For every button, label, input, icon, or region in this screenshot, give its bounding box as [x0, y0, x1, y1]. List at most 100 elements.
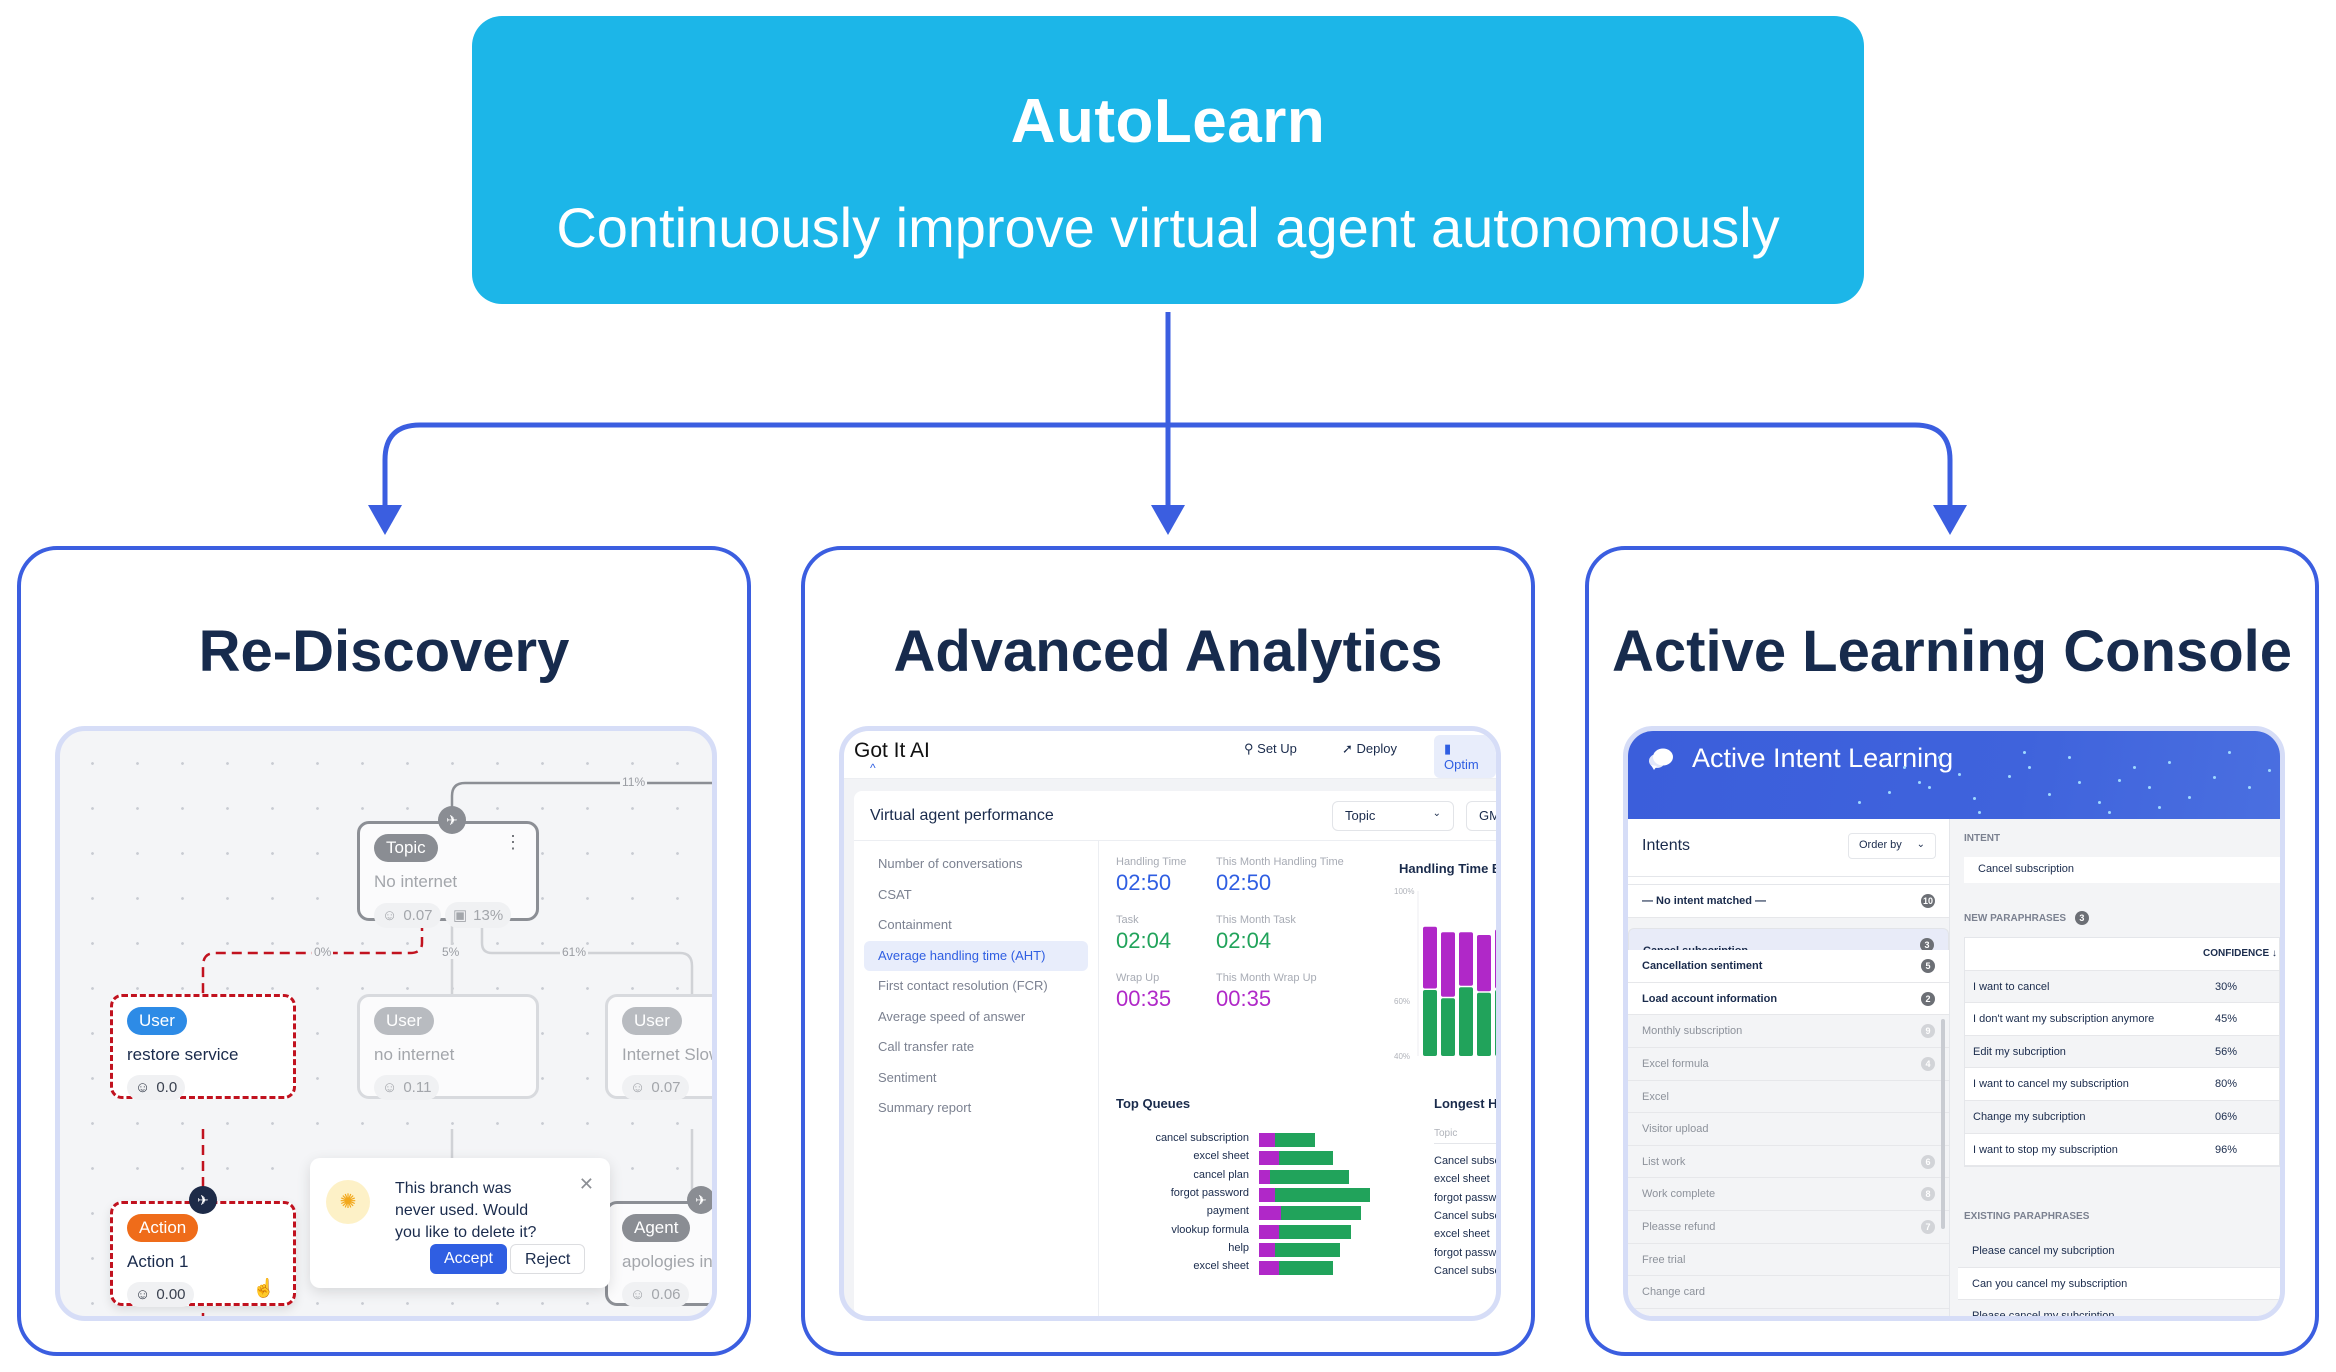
decorative-dot — [1858, 801, 1861, 804]
nav-deploy[interactable]: ➚ Deploy — [1342, 741, 1397, 757]
agent-node[interactable]: Agent apologies intern ☺0.06 — [605, 1201, 712, 1307]
existing-paraphrase-row[interactable]: Please cancel my subcription — [1958, 1235, 2280, 1268]
metric-menu-item[interactable]: Sentiment — [864, 1063, 1088, 1093]
brand-logo: Got It AI — [854, 739, 930, 762]
metric-menu-item[interactable]: Average handling time (AHT) — [864, 940, 1088, 971]
chevron-up-icon: ^ — [870, 761, 876, 775]
sentiment-metric: ☺ 0.06 — [622, 1282, 689, 1307]
chevron-down-icon: ⌄ — [1916, 839, 1925, 850]
node-label: restore service — [127, 1045, 239, 1064]
metric-menu-item[interactable]: CSAT — [864, 880, 1088, 910]
kpi-value: 02:04 — [1116, 928, 1172, 953]
decorative-dot — [2168, 761, 2171, 764]
y-tick-label: 100% — [1394, 887, 1414, 896]
wrap-up-bar — [1495, 929, 1496, 989]
topic-dropdown[interactable]: Topic ⌄ — [1332, 801, 1454, 831]
intent-row[interactable]: — No intent matched — 10 — [1628, 885, 1949, 918]
arrow-right-icon — [1933, 505, 1967, 535]
confidence-value: 96% — [2215, 1143, 2238, 1156]
nav-setup[interactable]: ⚲ Set Up — [1244, 741, 1297, 757]
metric-menu-item[interactable]: Number of conversations — [864, 849, 1088, 879]
table-cell: excel sheet — [1434, 1228, 1490, 1241]
decorative-dot — [2078, 781, 2081, 784]
scrollbar[interactable] — [1941, 1019, 1945, 1229]
paraphrase-row[interactable]: I want to cancel 30% — [1965, 970, 2279, 1004]
metric-menu-item[interactable]: Containment — [864, 910, 1088, 940]
task-bar — [1423, 990, 1437, 1056]
task-bar — [1274, 1242, 1340, 1257]
close-icon[interactable]: ✕ — [579, 1174, 594, 1195]
action-tag: Action — [127, 1214, 199, 1242]
timezone-dropdown[interactable]: GMT — [1466, 801, 1496, 831]
paraphrase-row[interactable]: I want to cancel my subscription 80% — [1965, 1068, 2279, 1101]
kpi-item: This Month Wrap Up 00:35 — [1216, 972, 1366, 1012]
task-bar — [1441, 998, 1455, 1056]
intent-row[interactable]: Change card — [1628, 1276, 1949, 1309]
metric-menu-item[interactable]: First contact resolution (FCR) — [864, 971, 1088, 1001]
paraphrase-row[interactable]: Change my subcription 06% — [1965, 1100, 2279, 1134]
topic-node[interactable]: Topic ⋮ No internet ☺ 0.07 ▣ 13% — [357, 821, 539, 928]
y-tick-label: 40% — [1394, 1052, 1410, 1061]
intent-row[interactable]: Visitor upload — [1628, 1113, 1949, 1146]
intent-label: Visitor upload — [1642, 1123, 1709, 1136]
wrap-up-bar — [1259, 1187, 1275, 1202]
more-options-icon[interactable]: ⋮ — [504, 832, 522, 853]
pin-icon[interactable]: ✈ — [438, 806, 466, 834]
wrap-up-bar — [1259, 1242, 1275, 1257]
kpi-label: This Month Handling Time — [1216, 856, 1344, 868]
table-header-topic: Topic — [1434, 1128, 1458, 1139]
intent-row[interactable]: Excel formula 4 — [1628, 1048, 1949, 1081]
intent-field[interactable]: Cancel subscription — [1964, 857, 2280, 883]
user-node-restore-service[interactable]: User restore service ☺ 0.0 — [110, 994, 296, 1100]
intent-row[interactable]: Free trial — [1628, 1244, 1949, 1277]
reject-button[interactable]: Reject — [510, 1244, 586, 1274]
user-node-no-internet[interactable]: User no internet ☺ 0.11 — [357, 994, 539, 1100]
pin-icon[interactable]: ✈ — [189, 1186, 217, 1214]
nav-optimize[interactable]: ▮ Optim — [1434, 735, 1496, 778]
pin-icon[interactable]: ✈ — [687, 1186, 712, 1214]
wrap-up-bar — [1477, 935, 1491, 992]
intent-row[interactable]: List work 6 — [1628, 1146, 1949, 1179]
decorative-dot — [1973, 797, 1976, 800]
metric-menu-item[interactable]: Summary report — [864, 1093, 1088, 1123]
existing-paraphrase-row[interactable]: Can you cancel my subscription — [1958, 1267, 2280, 1301]
count-badge: 5 — [1921, 959, 1935, 974]
decorative-dot — [2048, 793, 2051, 796]
intent-row[interactable]: Monthly subscription 9 — [1628, 1015, 1949, 1048]
intent-label: Free trial — [1642, 1253, 1686, 1266]
metric-menu-item[interactable]: Call transfer rate — [864, 1032, 1088, 1062]
intents-panel: Intents Order by ⌄ — No intent matched — 1… — [1628, 819, 1950, 1316]
metrics-menu: Number of conversations CSAT Containment Av… — [854, 841, 1099, 1316]
kpi-item: This Month Handling Time 02:50 — [1216, 856, 1366, 896]
smiley-icon: ☺ — [630, 1286, 646, 1303]
intent-row[interactable]: Work complete 8 — [1628, 1178, 1949, 1211]
intent-row[interactable]: Excel — [1628, 1081, 1949, 1114]
existing-paraphrase-row[interactable]: Please cancel my subcription — [1958, 1300, 2280, 1316]
task-bar — [1274, 1133, 1315, 1147]
intent-detail: INTENT Cancel subscription NEW PARAPHRAS… — [1950, 819, 2280, 1316]
paraphrase-row[interactable]: Edit my subcription 56% — [1965, 1035, 2279, 1069]
confidence-value: 80% — [2215, 1078, 2238, 1091]
count-badge: 2 — [1921, 991, 1935, 1006]
card-analytics: Advanced Analytics Got It AI ^ ⚲ Set Up … — [801, 546, 1535, 1356]
intent-label: — No intent matched — — [1642, 895, 1767, 907]
performance-panel: Virtual agent performance Topic⌄ GMT Num… — [854, 791, 1496, 1316]
app-topbar: Got It AI ^ ⚲ Set Up ➚ Deploy ▮ Optim — [844, 731, 1496, 779]
order-by-dropdown[interactable]: Order by ⌄ — [1848, 833, 1936, 859]
metric-menu-item[interactable]: Average speed of answer — [864, 1002, 1088, 1032]
topic-label: No internet — [374, 872, 458, 891]
intent-row[interactable]: Send email — [1628, 1309, 1949, 1316]
paraphrase-row[interactable]: I don't want my subscription anymore 45% — [1965, 1003, 2279, 1036]
action-node[interactable]: Action Action 1 ☺ 0.00 ☝ — [110, 1201, 296, 1307]
intent-row[interactable]: Cancellation sentiment 5 — [1628, 950, 1949, 983]
intent-row[interactable]: Load account information 2 — [1628, 982, 1949, 1016]
user-node-internet-slow[interactable]: User Internet Slow ☺ 0.07 — [605, 994, 712, 1100]
paraphrase-row[interactable]: I want to stop my subscription 96% — [1965, 1134, 2279, 1167]
decorative-dot — [1958, 773, 1961, 776]
confidence-header[interactable]: CONFIDENCE ↓ — [2203, 938, 2277, 970]
decorative-dot — [1903, 766, 1906, 769]
count-badge: 8 — [1921, 1187, 1935, 1202]
intent-row[interactable]: Pleasse refund 7 — [1628, 1211, 1949, 1244]
accept-button[interactable]: Accept — [430, 1244, 507, 1274]
rocket-icon: ➚ — [1342, 741, 1353, 756]
